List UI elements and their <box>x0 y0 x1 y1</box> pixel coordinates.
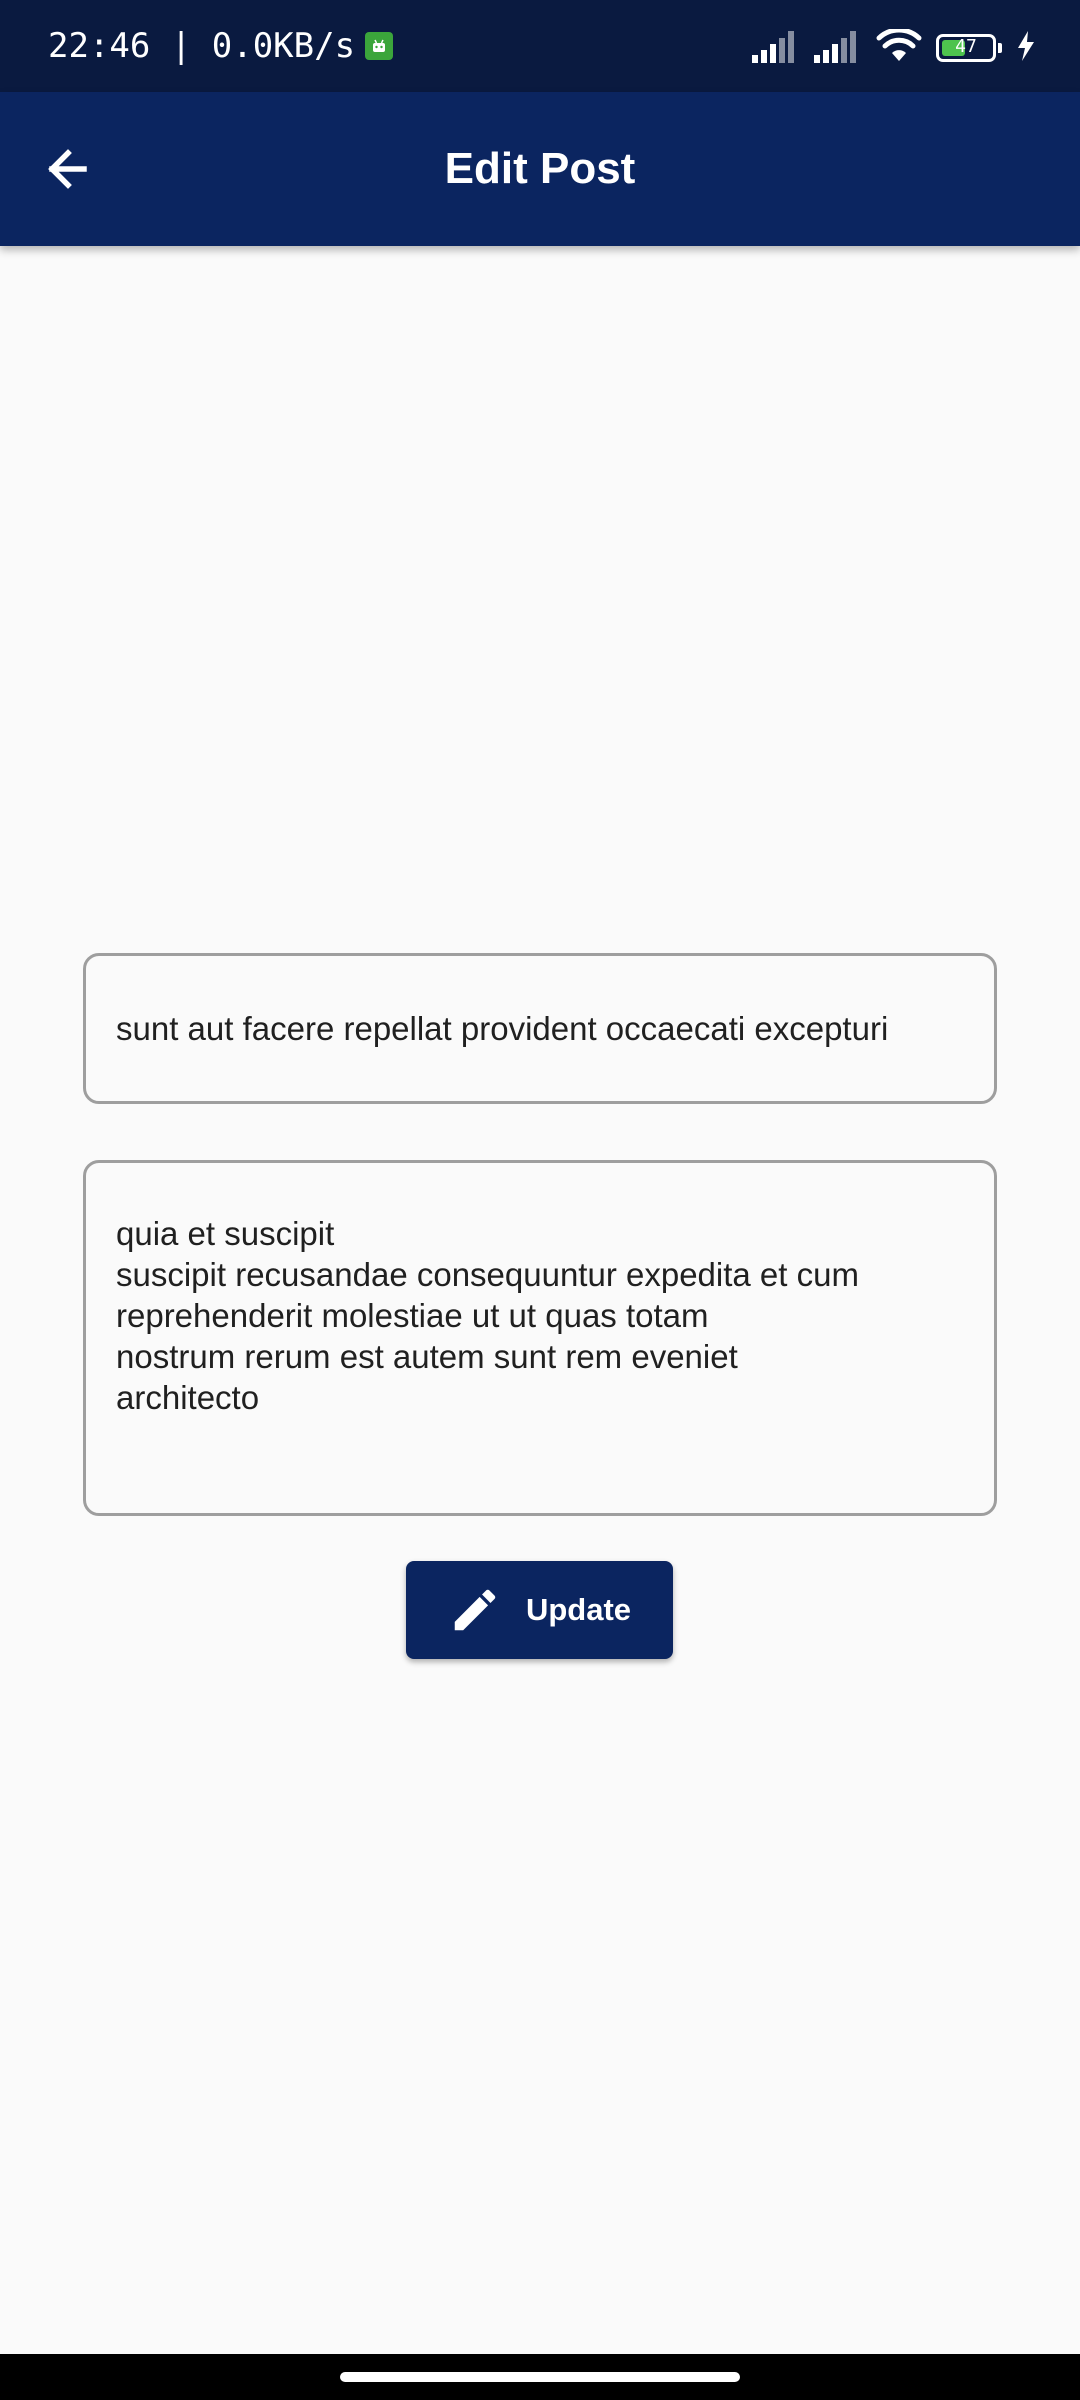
navigation-bar <box>0 2354 1080 2400</box>
android-notification-icon <box>365 32 394 60</box>
signal-icon <box>752 29 800 68</box>
body-line: nostrum rerum est autem sunt rem eveniet <box>116 1338 738 1375</box>
update-button[interactable]: Update <box>406 1561 673 1659</box>
battery-level: 47 <box>955 36 977 57</box>
update-label: Update <box>525 1592 632 1627</box>
status-right: 47 <box>752 27 1036 68</box>
body-line: reprehenderit molestiae ut ut quas totam <box>116 1297 709 1334</box>
status-bar: 22:46 | 0.0KB/s 47 <box>0 0 1080 92</box>
charging-icon <box>1016 30 1036 66</box>
body-line: architecto <box>116 1379 260 1416</box>
body-input[interactable]: quia et suscipit suscipit recusandae con… <box>83 1160 997 1516</box>
battery-icon: 47 <box>936 34 996 62</box>
status-time-speed: 22:46 | 0.0KB/s <box>48 26 356 66</box>
wifi-icon <box>876 27 922 68</box>
home-indicator[interactable] <box>340 2372 740 2382</box>
signal-icon <box>814 29 862 68</box>
app-bar: Edit Post <box>0 92 1080 246</box>
status-left: 22:46 | 0.0KB/s <box>48 22 394 70</box>
pencil-icon <box>448 1583 502 1637</box>
battery-tip <box>998 43 1002 53</box>
page-title: Edit Post <box>444 144 636 193</box>
body-line: quia et suscipit <box>116 1215 335 1252</box>
body-line: suscipit recusandae consequuntur expedit… <box>116 1256 859 1293</box>
title-input[interactable]: sunt aut facere repellat provident occae… <box>83 953 997 1104</box>
